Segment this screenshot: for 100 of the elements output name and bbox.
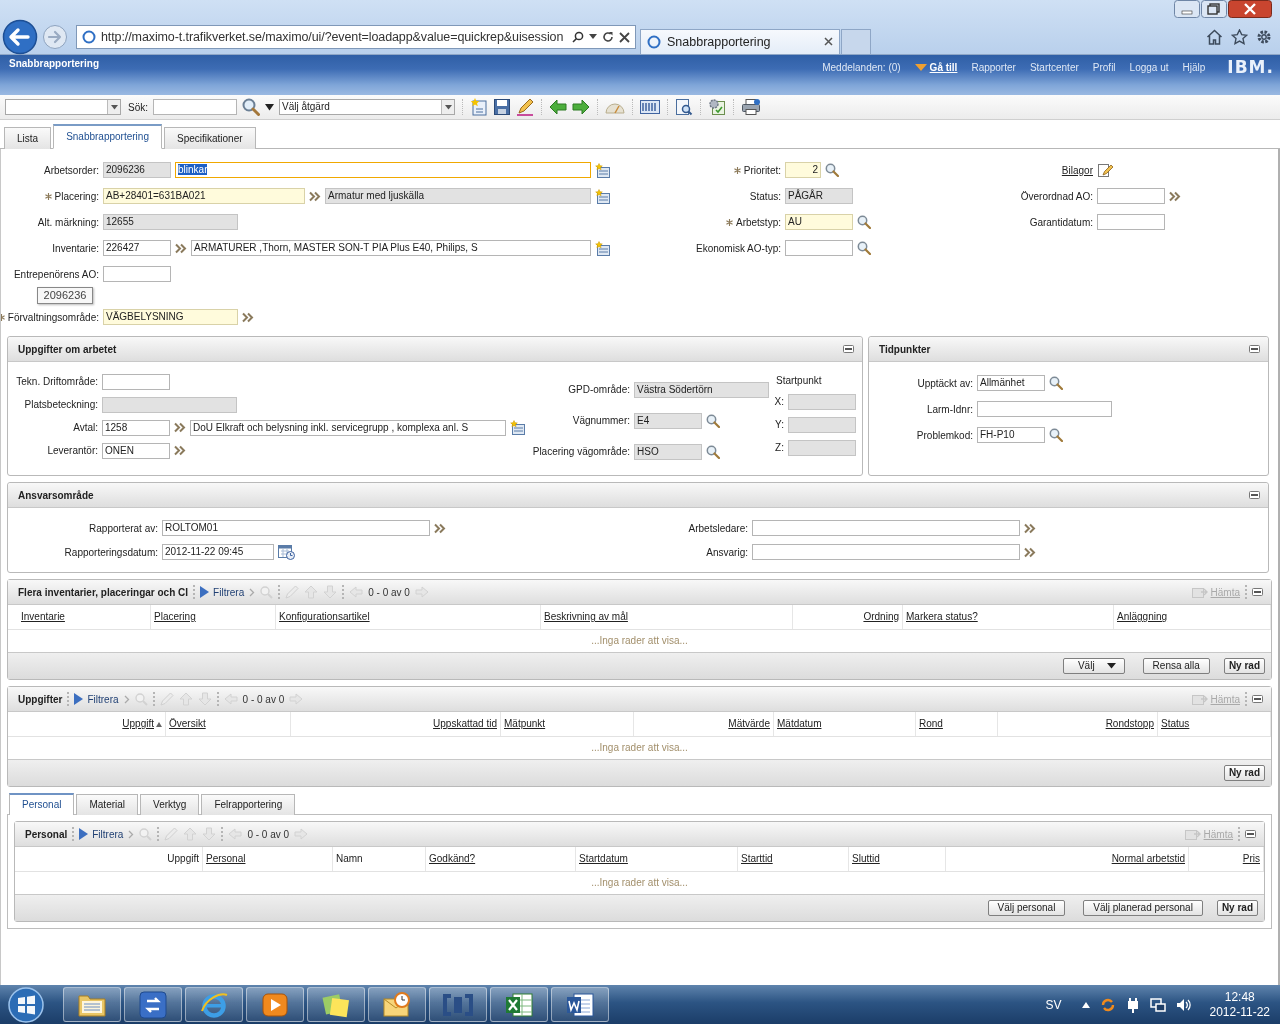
filter-button[interactable]: Filtrera (79, 828, 124, 840)
input-field[interactable] (102, 373, 170, 390)
collapse-icon[interactable] (1249, 491, 1260, 499)
input-field[interactable]: ONEN (102, 442, 170, 459)
print-icon[interactable] (741, 98, 761, 116)
column-header[interactable]: Personal (203, 847, 333, 871)
column-header[interactable]: Rond (916, 712, 998, 736)
caret-icon[interactable] (265, 103, 274, 111)
collapse-icon[interactable] (1245, 830, 1256, 838)
settings-icon[interactable] (1256, 29, 1272, 45)
collapse-icon[interactable] (1252, 588, 1263, 596)
tab[interactable]: Snabbrapportering (53, 124, 162, 149)
tab[interactable]: Verktyg (140, 794, 200, 815)
double-chevron-icon[interactable] (174, 422, 186, 433)
header-link[interactable]: Startcenter (1029, 62, 1079, 73)
column-header[interactable]: Konfigurationsartikel (276, 605, 541, 629)
input-field[interactable]: 2012-11-22 09:45 (162, 544, 274, 560)
tab[interactable]: Specifikationer (163, 127, 256, 149)
taskbar-button[interactable] (63, 987, 121, 1022)
double-chevron-icon[interactable] (1024, 522, 1036, 534)
input-field[interactable]: HSO (634, 443, 702, 460)
input-field[interactable]: blinkar (175, 162, 591, 178)
input-field[interactable]: ROLTOM01 (162, 520, 430, 536)
button[interactable]: Välj personal (987, 900, 1066, 916)
star-icon[interactable] (1231, 29, 1248, 45)
back-button[interactable] (2, 19, 38, 55)
column-header[interactable]: Anläggning (1114, 605, 1271, 629)
taskbar-button[interactable] (246, 987, 304, 1022)
input-field[interactable]: 226427 (103, 240, 171, 256)
address-bar[interactable]: http://maximo-t.trafikverket.se/maximo/ui/?event=loadapp&value=quickrep&uisession (76, 25, 636, 49)
save-icon[interactable] (493, 98, 511, 116)
input-field[interactable] (788, 416, 856, 433)
taskbar-button[interactable] (307, 987, 365, 1022)
input-field[interactable]: DoU Elkraft och belysning inkl. servicegrupp , komplexa anl. S (190, 419, 506, 436)
button[interactable]: Ny rad (1223, 658, 1265, 674)
header-link[interactable]: Rapporter (971, 62, 1016, 73)
column-header[interactable]: Mätpunkt (501, 712, 634, 736)
double-chevron-icon[interactable] (174, 445, 186, 456)
taskbar-button[interactable] (124, 987, 182, 1022)
tab[interactable]: Personal (9, 793, 75, 815)
column-header[interactable]: Pris (1189, 847, 1264, 871)
paper-pencil-icon[interactable] (1097, 162, 1113, 178)
column-header[interactable]: Markera status? (903, 605, 1114, 629)
messages-link[interactable]: Meddelanden: (0) (822, 62, 901, 73)
input-field[interactable] (1097, 188, 1165, 204)
input-field[interactable] (785, 240, 853, 256)
header-link[interactable]: Hjälp (1182, 62, 1206, 73)
column-header[interactable]: Startdatum (576, 847, 738, 871)
action-select[interactable]: Välj åtgärd (279, 99, 455, 115)
tab[interactable]: Lista (4, 127, 52, 149)
goto-menu[interactable]: Gå till (914, 62, 958, 73)
column-header[interactable]: Godkänd? (426, 847, 576, 871)
input-field[interactable] (977, 401, 1112, 417)
taskbar-button[interactable] (429, 987, 487, 1022)
input-field[interactable]: 1258 (102, 419, 170, 436)
filter-button[interactable]: Filtrera (74, 693, 119, 705)
input-field[interactable] (1097, 214, 1165, 230)
taskbar-button[interactable] (185, 987, 243, 1022)
column-header[interactable]: Beskrivning av mål (541, 605, 793, 629)
input-field[interactable]: 2 (785, 162, 821, 178)
refresh-icon[interactable] (602, 31, 614, 43)
detail-menu-icon[interactable] (595, 162, 611, 178)
link[interactable]: Bilagor (1061, 164, 1093, 176)
column-header[interactable]: Sluttid (849, 847, 946, 871)
input-field[interactable]: E4 (634, 412, 702, 429)
search-field[interactable] (153, 99, 237, 115)
close-button[interactable] (1228, 0, 1272, 18)
double-chevron-icon[interactable] (175, 242, 187, 254)
column-header[interactable]: Rondstopp (998, 712, 1158, 736)
bars-icon[interactable] (640, 100, 660, 114)
input-field[interactable]: Västra Södertörn (634, 381, 769, 398)
sync-icon[interactable] (1099, 996, 1116, 1013)
taskbar-button[interactable] (368, 987, 426, 1022)
document-search-icon[interactable] (675, 98, 693, 116)
taskbar-button[interactable] (551, 987, 609, 1022)
button[interactable]: Ny rad (1216, 900, 1258, 916)
input-field[interactable]: Allmänhet (977, 375, 1045, 391)
arrow-right-icon[interactable] (572, 99, 590, 115)
input-field[interactable] (752, 520, 1020, 536)
button[interactable]: Välj planerad personal (1083, 900, 1203, 916)
button[interactable]: Välj (1062, 658, 1125, 674)
tab[interactable]: Felrapportering (201, 794, 296, 815)
maximize-button[interactable] (1201, 0, 1227, 18)
plug-icon[interactable] (1125, 996, 1140, 1013)
detail-menu-icon[interactable] (595, 188, 611, 204)
input-field[interactable] (752, 544, 1020, 560)
column-header[interactable]: Uppgift (18, 712, 166, 736)
input-field[interactable]: AU (785, 214, 853, 230)
input-field[interactable]: 2096236 (103, 162, 171, 178)
header-link[interactable]: Profil (1092, 62, 1116, 73)
column-header[interactable]: Status (1158, 712, 1271, 736)
filter-button[interactable]: Filtrera (200, 586, 245, 598)
double-chevron-icon[interactable] (1024, 546, 1036, 558)
search-icon[interactable] (572, 31, 584, 43)
button[interactable]: Ny rad (1223, 765, 1265, 781)
column-header[interactable]: Uppskattad tid (291, 712, 501, 736)
close-icon[interactable] (824, 37, 833, 46)
browser-tab[interactable]: Snabbrapportering (640, 28, 840, 54)
column-header[interactable]: Normal arbetstid (946, 847, 1189, 871)
gauge-icon[interactable] (605, 100, 625, 114)
